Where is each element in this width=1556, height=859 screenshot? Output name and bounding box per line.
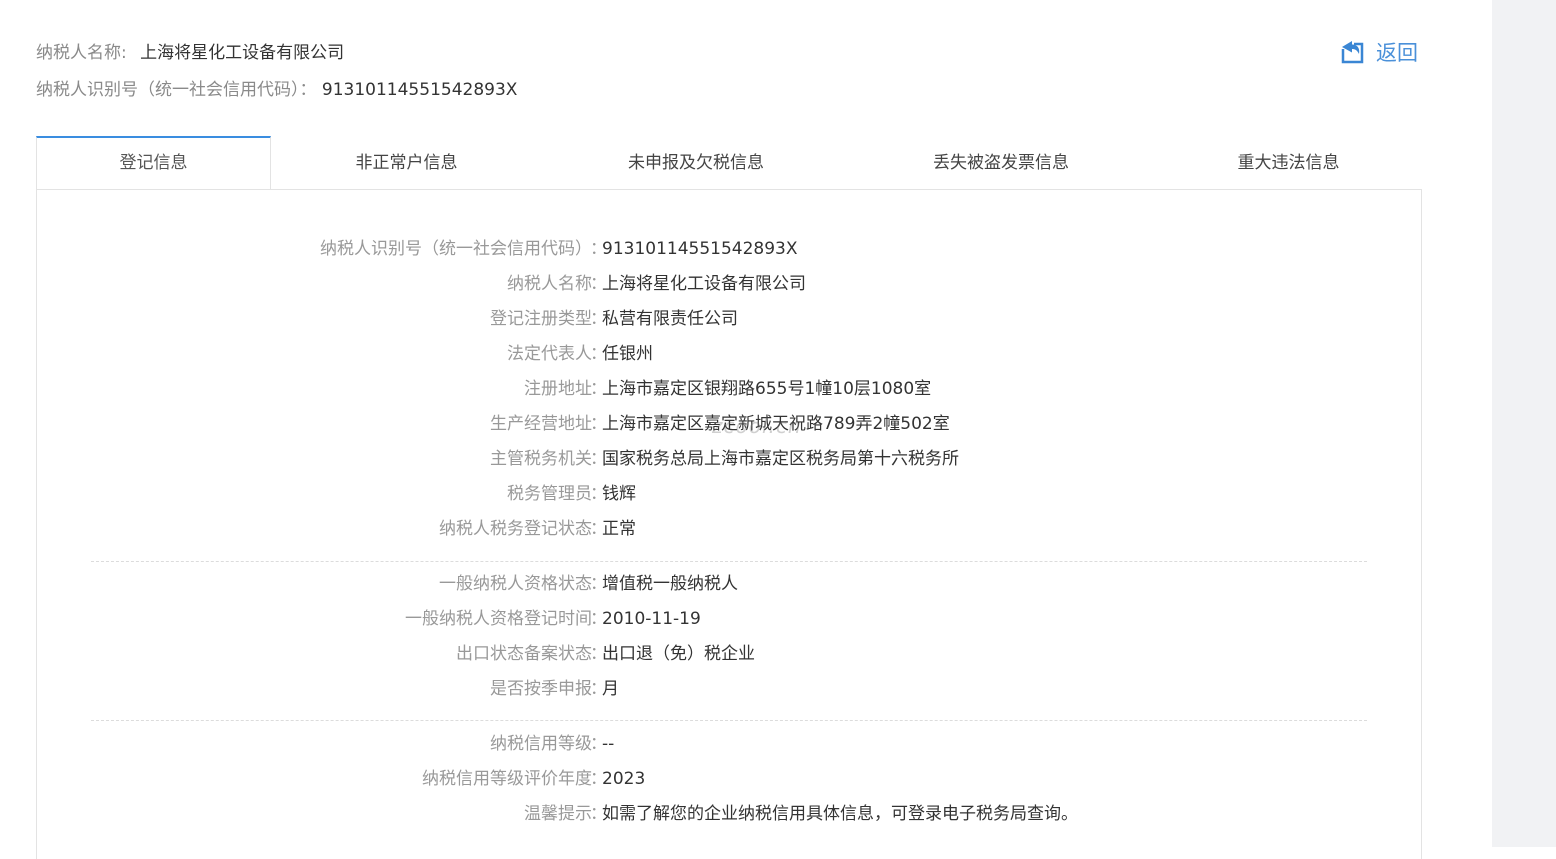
detail-label: 税务管理员 <box>507 484 592 504</box>
return-icon <box>1340 39 1366 65</box>
detail-label: 注册地址 <box>524 379 592 399</box>
taxpayer-name-header: 纳税人名称: 上海将星化工设备有限公司 <box>36 38 344 63</box>
page-side-gutter <box>1492 0 1556 847</box>
detail-value: 月 <box>602 679 619 699</box>
section-divider <box>91 720 1367 721</box>
detail-label: 生产经营地址 <box>490 414 592 434</box>
detail-label: 纳税人名称 <box>507 274 592 294</box>
detail-label: 登记注册类型 <box>490 309 592 329</box>
tab-major-violations[interactable]: 重大违法信息 <box>1176 136 1401 189</box>
back-label: 返回 <box>1376 41 1418 65</box>
detail-label: 一般纳税人资格状态 <box>439 574 592 594</box>
detail-label: 纳税信用等级 <box>490 734 592 754</box>
watermark: zcool.cn <box>712 414 802 438</box>
detail-label: 出口状态备案状态 <box>456 644 592 664</box>
detail-label: 纳税人税务登记状态 <box>439 519 592 539</box>
detail-label: 纳税信用等级评价年度 <box>422 769 592 789</box>
detail-value: 国家税务总局上海市嘉定区税务局第十六税务所 <box>602 449 959 469</box>
detail-value: 91310114551542893X <box>602 239 798 259</box>
detail-value: 正常 <box>602 519 636 539</box>
detail-value: 上海市嘉定区银翔路655号1幢10层1080室 <box>602 379 932 399</box>
back-button[interactable]: 返回 <box>1340 36 1418 68</box>
detail-value: 如需了解您的企业纳税信用具体信息，可登录电子税务局查询。 <box>602 804 1078 824</box>
taxpayer-name-value: 上海将星化工设备有限公司 <box>140 43 345 63</box>
tab-lost-invoices[interactable]: 丢失被盗发票信息 <box>881 136 1121 189</box>
detail-value: 增值税一般纳税人 <box>602 574 738 594</box>
detail-value: 上海将星化工设备有限公司 <box>602 274 806 294</box>
detail-value: 2010-11-19 <box>602 609 701 629</box>
detail-label: 温馨提示 <box>524 804 592 824</box>
detail-value: 出口退（免）税企业 <box>602 644 755 664</box>
taxpayer-name-label: 纳税人名称: <box>36 43 127 63</box>
detail-label: 纳税人识别号（统一社会信用代码） <box>320 239 592 259</box>
tab-unfiled-arrears[interactable]: 未申报及欠税信息 <box>576 136 816 189</box>
tab-registration-info[interactable]: 登记信息 <box>36 136 271 189</box>
detail-value: -- <box>602 734 615 754</box>
taxpayer-id-header: 纳税人识别号（统一社会信用代码）： 91310114551542893X <box>36 75 517 100</box>
detail-value: 钱辉 <box>602 484 636 504</box>
taxpayer-id-value: 91310114551542893X <box>321 80 518 100</box>
detail-value: 2023 <box>602 769 646 789</box>
detail-label: 一般纳税人资格登记时间 <box>405 609 592 629</box>
detail-label: 法定代表人 <box>507 344 592 364</box>
detail-value: 任银州 <box>602 344 653 364</box>
detail-label: 是否按季申报 <box>490 679 592 699</box>
detail-label: 主管税务机关 <box>490 449 592 469</box>
tab-abnormal-account[interactable]: 非正常户信息 <box>289 136 524 189</box>
taxpayer-id-label: 纳税人识别号（统一社会信用代码）： <box>36 80 317 100</box>
section-divider <box>91 561 1367 562</box>
detail-value: 私营有限责任公司 <box>602 309 738 329</box>
info-tabs: 登记信息 非正常户信息 未申报及欠税信息 丢失被盗发票信息 重大违法信息 <box>36 136 1422 190</box>
